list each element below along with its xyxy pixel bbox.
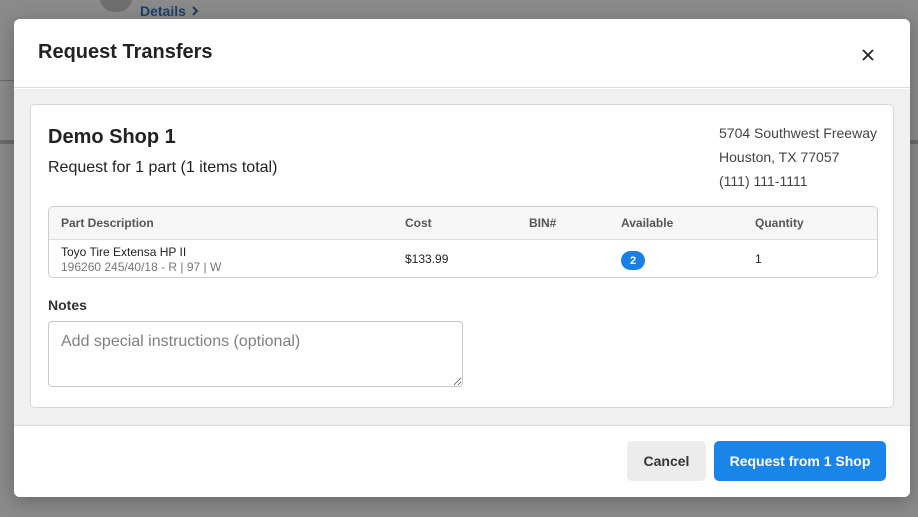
modal-title: Request Transfers: [38, 41, 213, 63]
part-details: 196260 245/40/18 - R | 97 | W: [61, 260, 222, 274]
shop-phone: (111) 111-1111: [719, 173, 808, 189]
shop-card: Demo Shop 1 Request for 1 part (1 items …: [30, 104, 894, 408]
part-cost: $133.99: [405, 252, 449, 266]
cancel-button[interactable]: Cancel: [627, 441, 706, 481]
available-badge: 2: [621, 251, 645, 270]
divider: [0, 140, 14, 144]
chevron-right-icon: [192, 6, 199, 16]
details-link-label: Details: [140, 3, 186, 19]
request-from-shop-button[interactable]: Request from 1 Shop: [714, 441, 886, 481]
table-header: Part Description Cost BIN# Available Qua…: [49, 207, 877, 240]
notes-label: Notes: [48, 297, 87, 313]
address-line-2: Houston, TX 77057: [719, 149, 840, 165]
details-link: Details: [140, 3, 200, 19]
parts-table: Part Description Cost BIN# Available Qua…: [48, 206, 878, 278]
column-header-description: Part Description: [61, 216, 154, 230]
close-button[interactable]: [854, 41, 882, 69]
shop-name: Demo Shop 1: [48, 126, 176, 148]
avatar: [100, 0, 132, 12]
part-name: Toyo Tire Extensa HP II: [61, 245, 187, 259]
column-header-bin: BIN#: [529, 216, 557, 230]
column-header-cost: Cost: [405, 216, 432, 230]
part-quantity: 1: [755, 252, 762, 266]
request-summary: Request for 1 part (1 items total): [48, 159, 278, 176]
request-transfers-modal: Request Transfers Demo Shop 1 Request fo…: [14, 19, 910, 497]
divider: [0, 80, 14, 81]
column-header-quantity: Quantity: [755, 216, 804, 230]
column-header-available: Available: [621, 216, 674, 230]
modal-body: Demo Shop 1 Request for 1 part (1 items …: [14, 89, 910, 425]
modal-footer: Cancel Request from 1 Shop: [14, 425, 910, 497]
notes-input[interactable]: [48, 321, 463, 387]
close-icon: [862, 49, 874, 61]
shop-address: 5704 Southwest Freeway Houston, TX 77057…: [719, 121, 877, 193]
divider: [910, 140, 918, 144]
modal-header: Request Transfers: [14, 19, 910, 88]
address-line-1: 5704 Southwest Freeway: [719, 125, 877, 141]
